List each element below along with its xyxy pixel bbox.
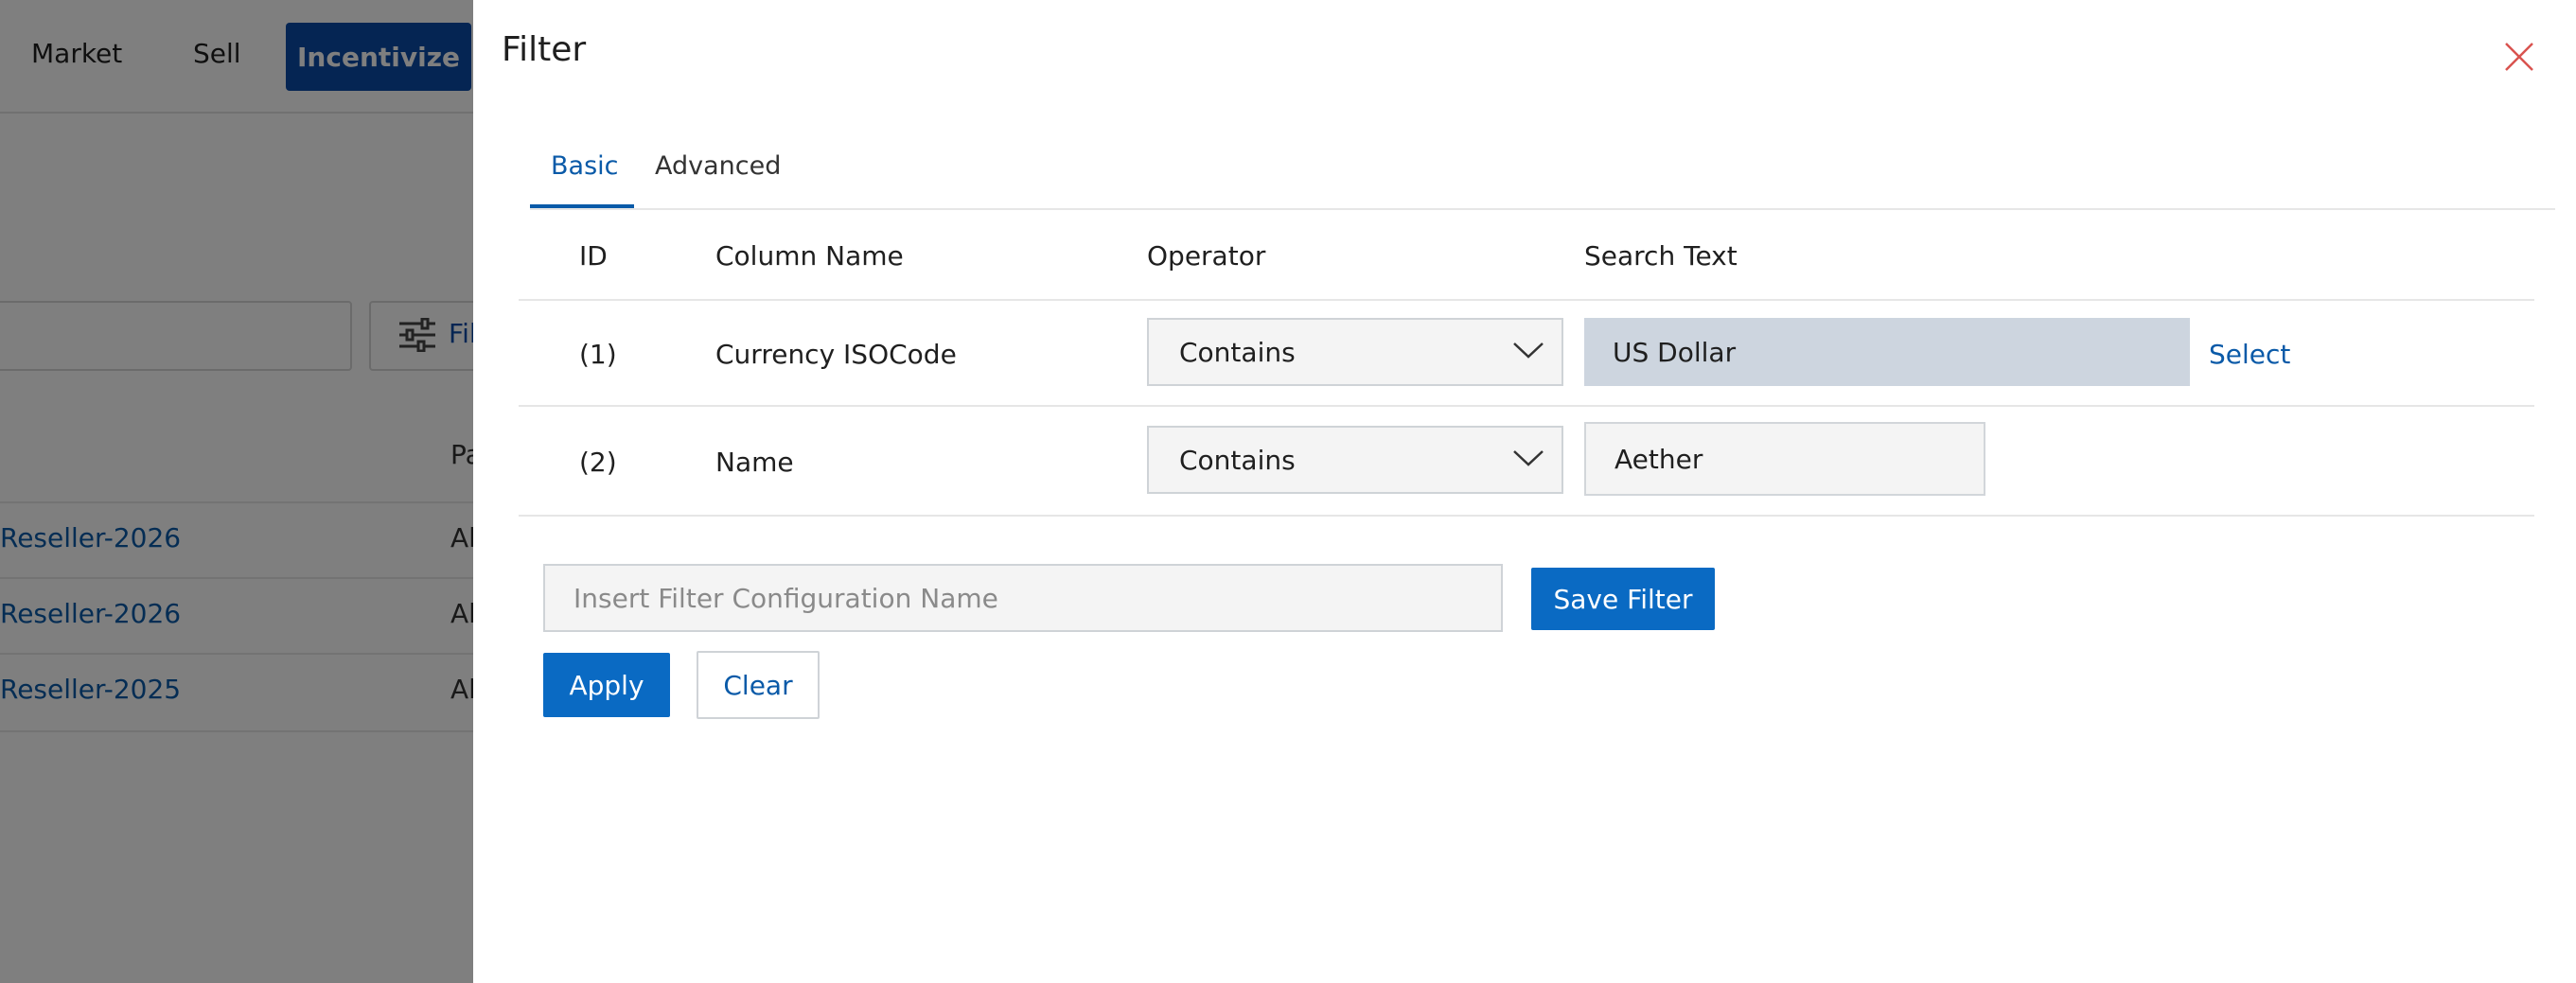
header-operator: Operator bbox=[1147, 240, 1266, 272]
drawer-title: Filter bbox=[502, 30, 587, 69]
search-text-input[interactable]: Aether bbox=[1584, 422, 1985, 496]
filter-drawer: Filter Basic Advanced ID Column Name Ope… bbox=[473, 0, 2576, 983]
save-filter-button[interactable]: Save Filter bbox=[1531, 568, 1715, 630]
table-row: (2) Name Contains Aether bbox=[519, 407, 2534, 517]
select-link[interactable]: Select bbox=[2209, 339, 2290, 370]
row-column-name: Name bbox=[715, 447, 794, 478]
operator-value: Contains bbox=[1179, 336, 1296, 368]
search-text-value: US Dollar bbox=[1613, 336, 1737, 368]
header-id: ID bbox=[579, 240, 608, 272]
tab-advanced[interactable]: Advanced bbox=[655, 151, 781, 181]
header-search-text: Search Text bbox=[1584, 240, 1738, 272]
chevron-down-icon bbox=[1513, 342, 1544, 359]
search-text-value: Aether bbox=[1614, 443, 1703, 475]
table-row: (1) Currency ISOCode Contains US Dollar … bbox=[519, 301, 2534, 407]
search-text-field[interactable]: US Dollar bbox=[1584, 318, 2190, 386]
tab-basic[interactable]: Basic bbox=[551, 151, 618, 181]
operator-select[interactable]: Contains bbox=[1147, 426, 1563, 494]
filter-config-name-input[interactable]: Insert Filter Configuration Name bbox=[543, 564, 1503, 632]
operator-value: Contains bbox=[1179, 444, 1296, 476]
row-id: (1) bbox=[579, 339, 617, 370]
close-icon[interactable] bbox=[2502, 40, 2536, 74]
apply-button[interactable]: Apply bbox=[543, 653, 670, 717]
clear-button[interactable]: Clear bbox=[697, 651, 820, 719]
row-divider bbox=[519, 515, 2534, 517]
header-column-name: Column Name bbox=[715, 240, 904, 272]
row-column-name: Currency ISOCode bbox=[715, 339, 957, 370]
operator-select[interactable]: Contains bbox=[1147, 318, 1563, 386]
row-id: (2) bbox=[579, 447, 617, 478]
tabs-divider bbox=[530, 208, 2555, 210]
chevron-down-icon bbox=[1513, 450, 1544, 466]
